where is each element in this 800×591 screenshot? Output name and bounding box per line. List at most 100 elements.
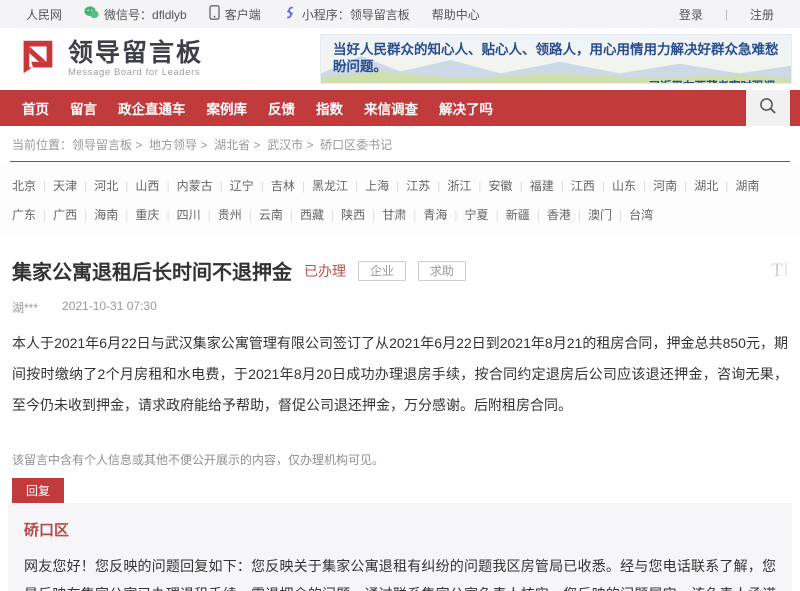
breadcrumb-link[interactable]: 领导留言板 — [72, 138, 132, 152]
province-link[interactable]: 河南 — [636, 179, 677, 193]
province-link[interactable]: 重庆 — [118, 208, 159, 222]
province-link[interactable]: 台湾 — [612, 208, 653, 222]
post-time: 2021-10-31 07:30 — [62, 299, 157, 316]
main-nav: 首页留言政企直通车案例库反馈指数来信调查解决了吗 — [0, 90, 800, 126]
topbar-right: 登录 | 注册 — [679, 6, 774, 23]
nav-item[interactable]: 首页 — [16, 98, 55, 118]
province-link[interactable]: 辽宁 — [213, 179, 254, 193]
province-link[interactable]: 吉林 — [254, 179, 295, 193]
breadcrumb-link[interactable]: 地方领导 — [132, 138, 197, 152]
province-row-2: 广东广西海南重庆四川贵州云南西藏陕西甘肃青海宁夏新疆香港澳门台湾 — [12, 201, 788, 230]
tag-badge: 企业 — [358, 261, 406, 281]
province-link[interactable]: 内蒙古 — [159, 179, 212, 193]
message-meta: 湖*** 2021-10-31 07:30 — [12, 299, 788, 316]
province-link[interactable]: 澳门 — [571, 208, 612, 222]
wechat-label: 微信号：dfldlyb — [104, 6, 187, 23]
privacy-notice: 该留言中含有个人信息或其他不便公开展示的内容，仅办理机构可见。 — [12, 451, 788, 468]
breadcrumb: 当前位置：领导留言板地方领导湖北省武汉市硚口区委书记 — [10, 126, 790, 162]
province-link[interactable]: 香港 — [530, 208, 571, 222]
province-links: 北京天津河北山西内蒙古辽宁吉林黑龙江上海江苏浙江安徽福建江西山东河南湖北湖南 广… — [0, 162, 800, 238]
province-link[interactable]: 云南 — [242, 208, 283, 222]
reply-tab[interactable]: 回复 — [12, 478, 64, 503]
province-link[interactable]: 黑龙江 — [295, 179, 348, 193]
font-size-icon[interactable]: T∣ — [771, 260, 788, 282]
top-utility-bar: 人民网 微信号：dfldlyb 客户端 小程序：领导留言板 帮助中心 登录 | … — [0, 0, 800, 28]
breadcrumb-links: 领导留言板地方领导湖北省武汉市硚口区委书记 — [72, 138, 392, 152]
banner-attribution: ——习近平在西藏考察时强调 — [333, 78, 781, 84]
tag-badge: 求助 — [418, 261, 466, 281]
nav-item[interactable]: 案例库 — [201, 98, 254, 118]
register-link[interactable]: 注册 — [750, 6, 774, 23]
client-item[interactable]: 客户端 — [209, 5, 261, 23]
miniprogram-icon — [283, 5, 297, 23]
reply-org: 硚口区 — [24, 519, 776, 540]
status-badge: 已办理 — [304, 261, 346, 281]
province-link[interactable]: 青海 — [406, 208, 447, 222]
province-link[interactable]: 天津 — [36, 179, 77, 193]
province-link[interactable]: 河北 — [77, 179, 118, 193]
breadcrumb-link[interactable]: 武汉市 — [250, 138, 303, 152]
nav-item[interactable]: 政企直通车 — [112, 98, 192, 118]
province-link[interactable]: 山东 — [595, 179, 636, 193]
province-link[interactable]: 西藏 — [283, 208, 324, 222]
search-button[interactable] — [746, 90, 790, 126]
peoples-net-label: 人民网 — [26, 6, 62, 23]
province-link[interactable]: 江西 — [554, 179, 595, 193]
province-link[interactable]: 浙江 — [430, 179, 471, 193]
breadcrumb-link[interactable]: 硚口区委书记 — [303, 138, 392, 152]
reply-body: 网友您好！您反映的问题回复如下：您反映关于集家公寓退租有纠纷的问题我区房管局已收… — [24, 552, 776, 591]
site-logo[interactable]: 领导留言板 Message Board for Leaders — [14, 34, 203, 85]
topbar-left: 人民网 微信号：dfldlyb 客户端 小程序：领导留言板 帮助中心 — [26, 5, 480, 23]
logo-text: 领导留言板 Message Board for Leaders — [68, 40, 203, 78]
miniprogram-label: 小程序：领导留言板 — [302, 6, 410, 23]
province-link[interactable]: 山西 — [118, 179, 159, 193]
search-icon — [758, 96, 778, 121]
province-link[interactable]: 江苏 — [389, 179, 430, 193]
banner-text: 当好人民群众的知心人、贴心人、领路人，用心用情用力解决好群众急难愁盼问题。 ——… — [321, 35, 791, 84]
province-link[interactable]: 上海 — [348, 179, 389, 193]
province-link[interactable]: 陕西 — [324, 208, 365, 222]
province-link[interactable]: 贵州 — [201, 208, 242, 222]
nav-item[interactable]: 解决了吗 — [433, 98, 499, 118]
province-link[interactable]: 新疆 — [489, 208, 530, 222]
province-link[interactable]: 四川 — [159, 208, 200, 222]
province-link[interactable]: 安徽 — [471, 179, 512, 193]
province-row-1: 北京天津河北山西内蒙古辽宁吉林黑龙江上海江苏浙江安徽福建江西山东河南湖北湖南 — [12, 172, 788, 201]
province-link[interactable]: 海南 — [77, 208, 118, 222]
nav-item[interactable]: 来信调查 — [358, 98, 424, 118]
login-link[interactable]: 登录 — [679, 6, 703, 23]
breadcrumb-link[interactable]: 湖北省 — [197, 138, 250, 152]
author-name: 湖*** — [12, 299, 38, 316]
miniprogram-item[interactable]: 小程序：领导留言板 — [283, 5, 410, 23]
mobile-client-icon — [209, 5, 220, 23]
province-link[interactable]: 北京 — [12, 179, 36, 193]
province-link[interactable]: 湖北 — [677, 179, 718, 193]
login-register-divider: | — [725, 7, 728, 21]
wechat-item[interactable]: 微信号：dfldlyb — [84, 6, 187, 23]
nav-items: 首页留言政企直通车案例库反馈指数来信调查解决了吗 — [0, 90, 746, 126]
site-header: 领导留言板 Message Board for Leaders 当好人民群众的知… — [0, 28, 800, 90]
nav-item[interactable]: 留言 — [64, 98, 103, 118]
wechat-icon — [84, 6, 99, 22]
peoples-net-link[interactable]: 人民网 — [26, 6, 62, 23]
client-label: 客户端 — [225, 6, 261, 23]
title-row: 集家公寓退租后长时间不退押金 已办理 企业求助 T∣ — [12, 256, 788, 285]
province-link[interactable]: 福建 — [513, 179, 554, 193]
province-link[interactable]: 甘肃 — [365, 208, 406, 222]
help-center-label: 帮助中心 — [432, 6, 480, 23]
message-title: 集家公寓退租后长时间不退押金 — [12, 256, 292, 285]
logo-icon — [14, 34, 60, 85]
reply-section: 硚口区 网友您好！您反映的问题回复如下：您反映关于集家公寓退租有纠纷的问题我区房… — [8, 503, 792, 591]
province-link[interactable]: 广西 — [36, 208, 77, 222]
logo-subtitle: Message Board for Leaders — [68, 67, 203, 78]
tag-badges: 企业求助 — [346, 262, 466, 280]
banner-slogan: 当好人民群众的知心人、贴心人、领路人，用心用情用力解决好群众急难愁盼问题。 — [333, 41, 781, 75]
help-center-link[interactable]: 帮助中心 — [432, 6, 480, 23]
province-link[interactable]: 宁夏 — [447, 208, 488, 222]
province-link[interactable]: 广东 — [12, 208, 36, 222]
nav-item[interactable]: 反馈 — [262, 98, 301, 118]
message-section: 集家公寓退租后长时间不退押金 已办理 企业求助 T∣ 湖*** 2021-10-… — [0, 238, 800, 503]
nav-item[interactable]: 指数 — [310, 98, 349, 118]
slogan-banner: 当好人民群众的知心人、贴心人、领路人，用心用情用力解决好群众急难愁盼问题。 ——… — [320, 34, 792, 84]
province-link[interactable]: 湖南 — [718, 179, 759, 193]
